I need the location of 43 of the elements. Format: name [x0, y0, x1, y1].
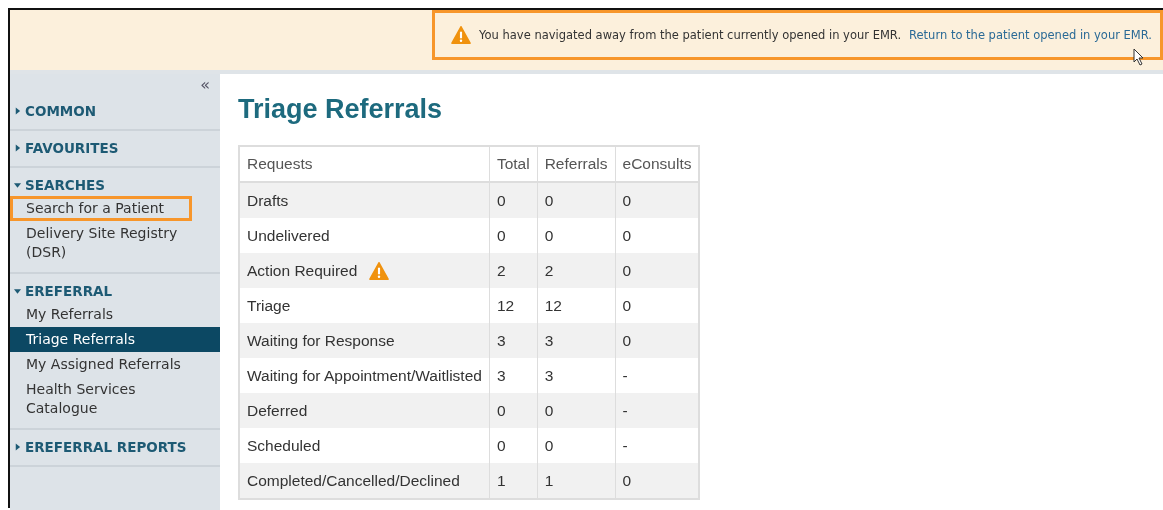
table-cell: - [615, 393, 700, 428]
table-cell: 2 [537, 253, 616, 288]
table-cell: 1 [489, 463, 538, 499]
caret-down-icon [14, 287, 21, 295]
section-header[interactable]: COMMON [10, 100, 101, 122]
sidebar-item[interactable]: Search for a Patient [10, 196, 192, 221]
caret-down-icon [14, 181, 21, 189]
table-cell: Drafts [239, 182, 490, 218]
table-cell: Deferred [239, 393, 490, 428]
alert-message: You have navigated away from the patient currently opened in your EMR. [479, 28, 902, 42]
caret-right-icon [14, 443, 21, 451]
table-cell: 0 [615, 323, 700, 358]
collapse-button[interactable]: « [200, 76, 210, 94]
table-cell: 2 [489, 253, 538, 288]
mouse-cursor-icon [1133, 48, 1145, 66]
table-cell: 0 [615, 463, 700, 499]
section-header[interactable]: FAVOURITES [10, 137, 123, 159]
table-cell: 0 [615, 253, 700, 288]
page-title: Triage Referrals [238, 94, 444, 125]
table-cell: 3 [489, 323, 538, 358]
sidebar-item[interactable]: Triage Referrals [10, 327, 220, 352]
caret-right-icon [14, 107, 21, 115]
table-cell: Completed/Cancelled/Declined [239, 463, 490, 499]
sidebar-item[interactable]: My Referrals [10, 302, 220, 327]
request-label: Action Required [247, 261, 358, 280]
warning-icon [369, 261, 390, 280]
table-cell: 1 [537, 463, 616, 499]
sidebar-item[interactable]: Delivery Site Registry (DSR) [10, 221, 220, 265]
return-link[interactable]: Return to the patient opened in your EMR. [909, 28, 1152, 42]
caret-right-icon [14, 144, 21, 152]
section-header[interactable]: SEARCHES [10, 174, 109, 196]
table-cell: 0 [537, 182, 616, 218]
sidebar-item[interactable]: Health Services Catalogue [10, 377, 220, 421]
table-cell: 0 [537, 393, 616, 428]
section-header[interactable]: EREFERRAL [10, 280, 117, 302]
table-cell: 0 [615, 182, 700, 218]
section-header[interactable]: EREFERRAL REPORTS [10, 436, 191, 458]
table-cell: 0 [489, 393, 538, 428]
table-cell: Waiting for Response [239, 323, 490, 358]
warning-icon [451, 26, 472, 44]
sidebar-item[interactable]: My Assigned Referrals [10, 352, 220, 377]
table-cell: 3 [537, 323, 616, 358]
table-cell: 0 [489, 182, 538, 218]
